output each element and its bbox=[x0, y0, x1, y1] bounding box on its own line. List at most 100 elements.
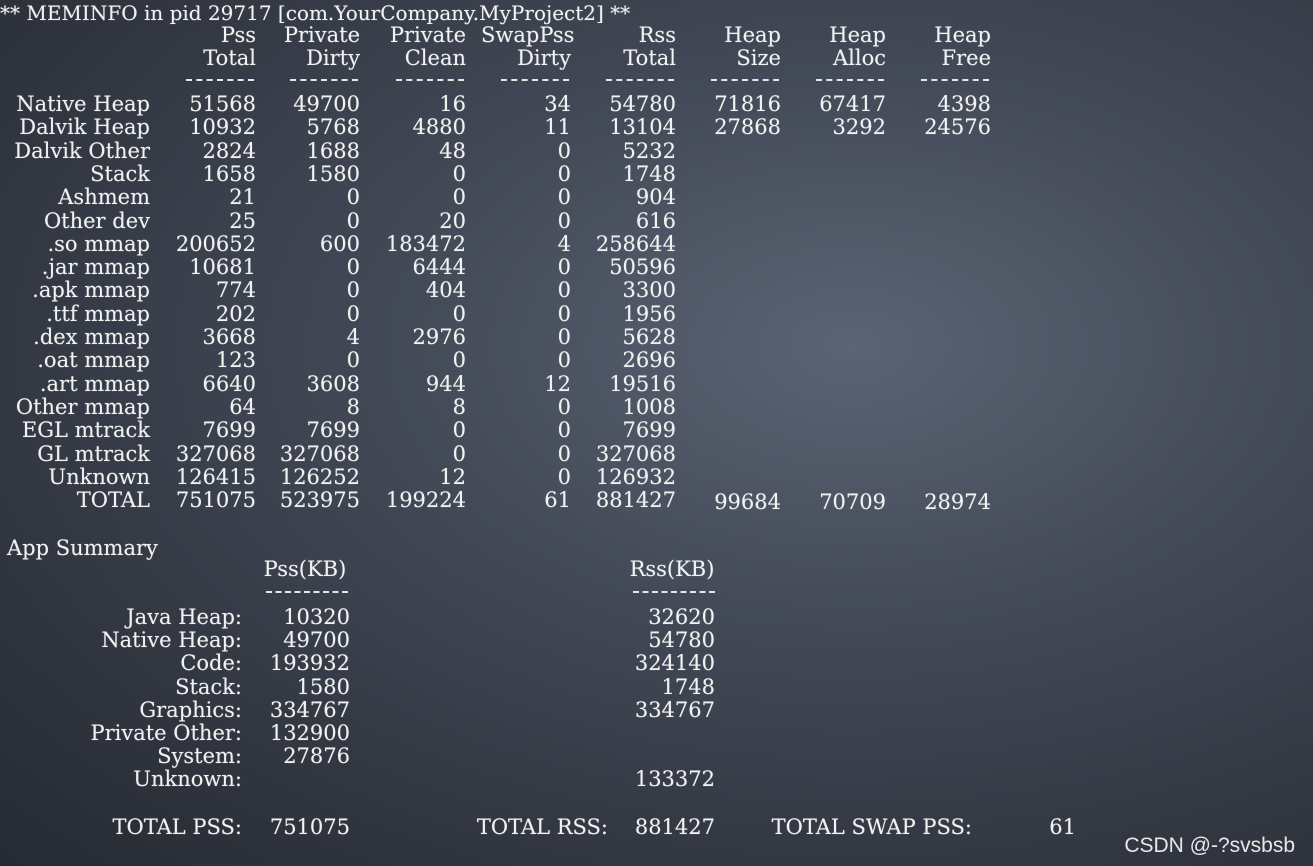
table-cell: 1748 bbox=[622, 161, 676, 186]
app-summary-title: App Summary bbox=[7, 536, 158, 560]
summary-rss-value: 334767 bbox=[634, 697, 715, 722]
table-row-label: .jar mmap bbox=[41, 255, 150, 280]
table-cell: 0 bbox=[346, 301, 360, 326]
table-cell: 751075 bbox=[175, 488, 256, 513]
table-cell: 51568 bbox=[189, 92, 256, 116]
table-cell: 0 bbox=[346, 278, 360, 303]
table-cell: 944 bbox=[425, 371, 466, 396]
table-cell: 3292 bbox=[832, 115, 886, 140]
summary-row-label: Private Other: bbox=[90, 721, 242, 745]
table-cell: 6640 bbox=[202, 371, 256, 396]
summary-row-label: Graphics: bbox=[139, 697, 242, 722]
table-cell: 2824 bbox=[202, 138, 256, 163]
table-cell: 0 bbox=[557, 464, 571, 489]
table-cell: 6444 bbox=[412, 255, 466, 280]
summary-pss-value: 132900 bbox=[269, 721, 350, 745]
table-row-label: Dalvik Heap bbox=[19, 115, 150, 140]
table-row-label: EGL mtrack bbox=[21, 418, 150, 443]
summary-rss-value: 54780 bbox=[648, 628, 715, 653]
column-header-line1: Heap bbox=[934, 23, 991, 47]
table-cell: 327068 bbox=[595, 441, 676, 466]
summary-row-label: Unknown: bbox=[133, 767, 242, 792]
table-cell: 99684 bbox=[714, 490, 781, 515]
table-cell: 0 bbox=[452, 185, 466, 210]
table-cell: 404 bbox=[425, 278, 466, 303]
table-cell: 8 bbox=[452, 394, 466, 419]
table-cell: 904 bbox=[635, 185, 676, 210]
table-cell: 0 bbox=[452, 301, 466, 326]
table-cell: 34 bbox=[544, 92, 571, 116]
table-cell: 54780 bbox=[609, 92, 676, 116]
summary-pss-value: 49700 bbox=[283, 628, 350, 653]
column-header-line2: Dirty bbox=[306, 46, 360, 70]
column-separator bbox=[816, 79, 884, 81]
table-cell: 183472 bbox=[385, 231, 466, 256]
table-cell: 10681 bbox=[189, 255, 256, 280]
table-row-label: TOTAL bbox=[76, 488, 150, 513]
table-cell: 0 bbox=[557, 278, 571, 303]
table-cell: 5232 bbox=[622, 138, 676, 163]
summary-rss-value: 324140 bbox=[634, 651, 715, 676]
summary-pss-value: 10320 bbox=[283, 605, 350, 629]
total-pss-label: TOTAL PSS: bbox=[112, 815, 242, 839]
table-cell: 4 bbox=[557, 231, 571, 256]
table-row-label: .ttf mmap bbox=[46, 301, 150, 326]
summary-pss-value: 193932 bbox=[269, 651, 350, 676]
table-cell: 126415 bbox=[175, 464, 256, 489]
column-header-line1: Rss bbox=[638, 23, 676, 47]
table-row-label: Other mmap bbox=[15, 394, 150, 419]
table-cell: 0 bbox=[346, 255, 360, 280]
table-cell: 0 bbox=[452, 348, 466, 373]
table-cell: 1008 bbox=[622, 394, 676, 419]
meminfo-header: ** MEMINFO in pid 29717 [com.YourCompany… bbox=[0, 1, 631, 25]
column-header-line1: Pss bbox=[220, 23, 256, 47]
table-cell: 523975 bbox=[279, 488, 360, 513]
table-cell: 199224 bbox=[385, 488, 466, 513]
summary-rss-value: 1748 bbox=[661, 674, 715, 699]
table-cell: 25 bbox=[229, 208, 256, 233]
column-separator bbox=[290, 79, 358, 81]
table-cell: 0 bbox=[557, 208, 571, 233]
table-cell: 0 bbox=[557, 255, 571, 280]
summary-rss-separator bbox=[633, 591, 715, 593]
table-cell: 27868 bbox=[714, 115, 781, 140]
table-cell: 2976 bbox=[412, 325, 466, 349]
table-cell: 50596 bbox=[609, 255, 676, 280]
table-row-label: .so mmap bbox=[47, 231, 150, 256]
column-separator bbox=[501, 79, 569, 81]
table-cell: 67417 bbox=[819, 92, 886, 116]
column-header-line2: Free bbox=[941, 46, 991, 70]
table-cell: 4 bbox=[346, 325, 360, 349]
column-header-line2: Alloc bbox=[832, 46, 886, 70]
table-cell: 64 bbox=[229, 394, 256, 419]
table-row-label: Dalvik Other bbox=[14, 138, 150, 163]
summary-pss-separator bbox=[266, 591, 348, 593]
column-separator bbox=[396, 79, 464, 81]
table-cell: 0 bbox=[557, 185, 571, 210]
table-row-label: Ashmem bbox=[58, 185, 150, 210]
table-cell: 0 bbox=[557, 325, 571, 349]
summary-row-label: Java Heap: bbox=[126, 605, 242, 629]
total-swap-pss-label: TOTAL SWAP PSS: bbox=[771, 815, 972, 839]
table-cell: 3668 bbox=[202, 325, 256, 349]
table-cell: 20 bbox=[439, 208, 466, 233]
table-cell: 0 bbox=[557, 161, 571, 186]
column-separator bbox=[606, 79, 674, 81]
table-cell: 19516 bbox=[609, 371, 676, 396]
table-cell: 3608 bbox=[306, 371, 360, 396]
table-cell: 21 bbox=[229, 185, 256, 210]
column-header-line2: Clean bbox=[404, 46, 466, 70]
column-header-line1: Heap bbox=[829, 23, 886, 47]
table-cell: 16 bbox=[439, 92, 466, 116]
column-header-line1: Heap bbox=[724, 23, 781, 47]
csdn-watermark: CSDN @-?svsbsb bbox=[1124, 834, 1295, 857]
column-header-line2: Dirty bbox=[517, 46, 571, 70]
total-swap-pss-value: 61 bbox=[1049, 815, 1076, 839]
table-cell: 0 bbox=[557, 418, 571, 443]
table-cell: 1580 bbox=[306, 161, 360, 186]
table-cell: 0 bbox=[557, 301, 571, 326]
table-cell: 0 bbox=[452, 161, 466, 186]
table-cell: 126252 bbox=[279, 464, 360, 489]
table-cell: 0 bbox=[557, 394, 571, 419]
table-cell: 0 bbox=[346, 185, 360, 210]
